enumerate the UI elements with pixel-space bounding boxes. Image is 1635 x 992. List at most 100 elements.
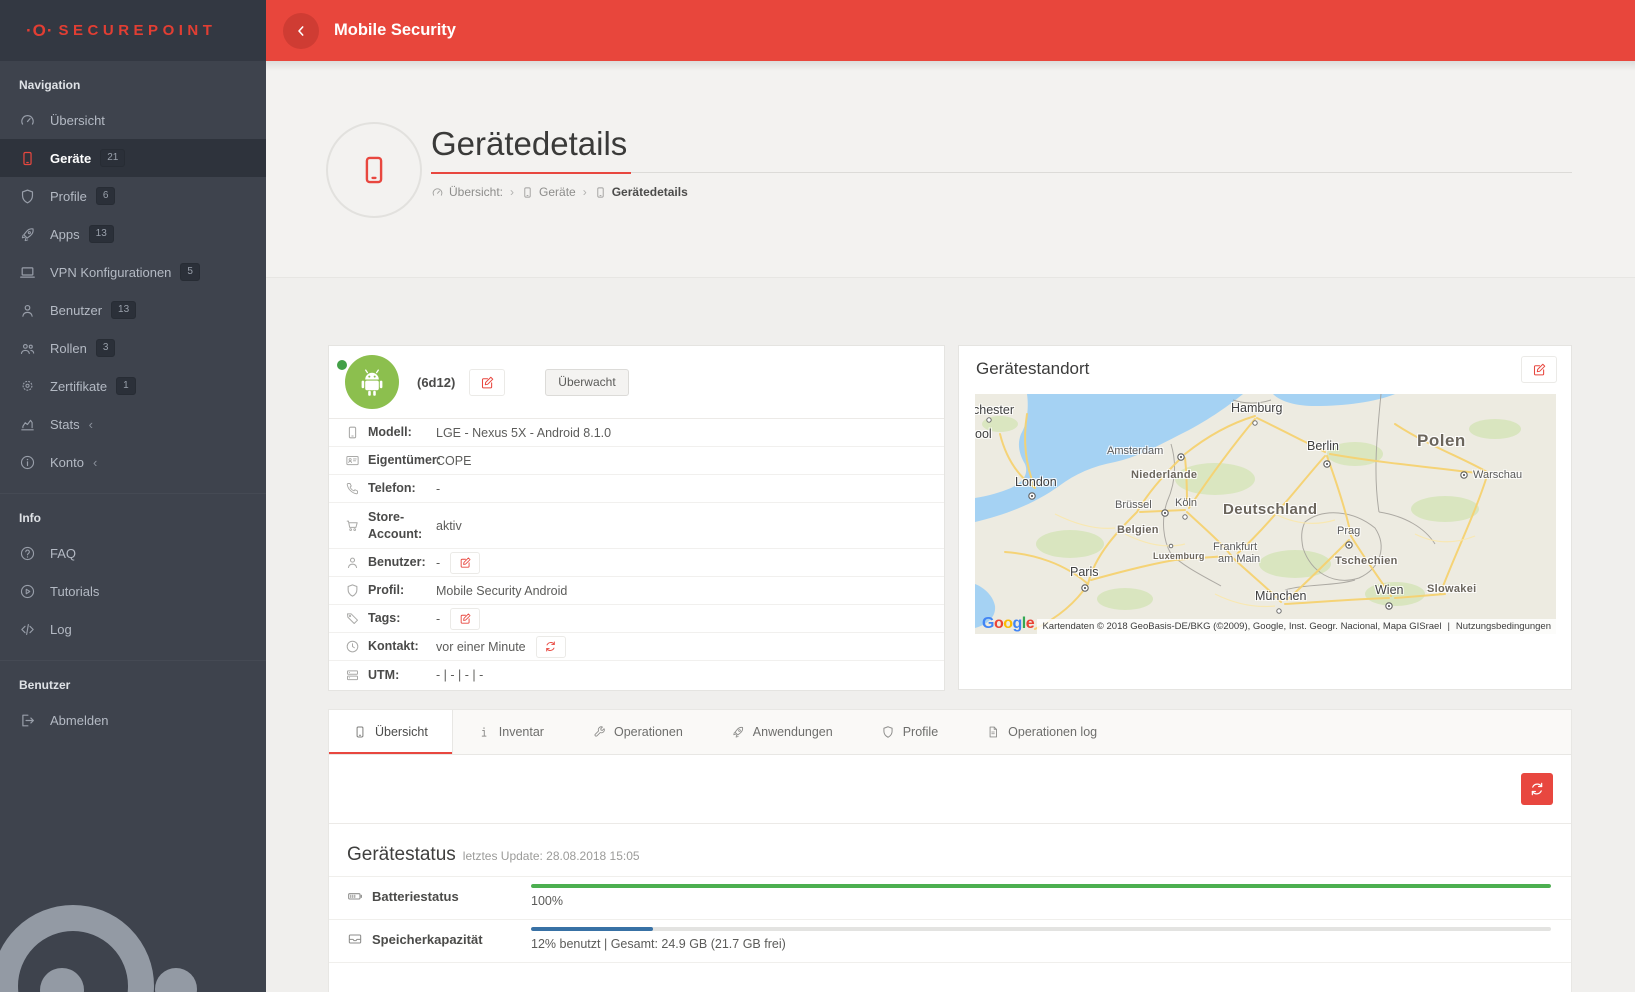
breadcrumb-uebersicht[interactable]: Übersicht:	[431, 185, 503, 199]
map-label-city: ool	[975, 428, 992, 441]
refresh-icon	[544, 640, 557, 653]
tab-uebersicht[interactable]: Übersicht	[329, 710, 453, 754]
breadcrumb-geraete[interactable]: Geräte	[521, 185, 576, 199]
users-icon	[19, 340, 36, 357]
sidebar-item-rollen[interactable]: Rollen 3	[0, 329, 266, 367]
shield-icon	[19, 188, 36, 205]
edit-device-name-button[interactable]	[469, 369, 505, 396]
refresh-status-button[interactable]	[1521, 773, 1553, 805]
sidebar-item-tutorials[interactable]: Tutorials	[0, 572, 266, 610]
sidebar-item-zertifikate[interactable]: Zertifikate 1	[0, 367, 266, 405]
tab-inventar[interactable]: Inventar	[453, 710, 568, 754]
sidebar-item-vpn-konfigurationen[interactable]: VPN Konfigurationen 5	[0, 253, 266, 291]
chart-icon	[19, 416, 36, 433]
breadcrumb-separator: ›	[583, 185, 587, 199]
map-label-city: chester	[975, 404, 1014, 417]
logout-icon	[19, 712, 36, 729]
sidebar-item-label: Tutorials	[50, 584, 99, 599]
wrench-icon	[592, 725, 606, 739]
google-map[interactable]: chester ool London Amsterdam Niederlande…	[975, 394, 1556, 634]
edit-icon	[459, 556, 472, 569]
edit-icon	[480, 375, 495, 390]
sidebar-item-geraete[interactable]: Geräte 21	[0, 139, 266, 177]
sidebar-item-abmelden[interactable]: Abmelden	[0, 701, 266, 739]
gauge-icon	[19, 112, 36, 129]
user-icon	[345, 555, 360, 570]
storage-progress-fill	[531, 927, 653, 931]
breadcrumb: Übersicht: › Geräte › Gerätedetails	[431, 185, 688, 199]
tag-icon	[345, 611, 360, 626]
tab-operationen[interactable]: Operationen	[568, 710, 707, 754]
back-button[interactable]	[283, 13, 319, 49]
tab-anwendungen[interactable]: Anwendungen	[707, 710, 857, 754]
brand-name: SECUREPOINT	[59, 22, 217, 39]
topbar: Mobile Security	[266, 0, 1635, 61]
status-heading: Gerätestatus	[347, 844, 456, 866]
info-icon	[19, 454, 36, 471]
drive-icon	[347, 931, 363, 947]
monitored-badge[interactable]: Überwacht	[545, 369, 628, 396]
device-row-telefon: Telefon: -	[329, 475, 944, 503]
nav-section-info: Info	[0, 494, 266, 534]
map-label-country: Luxemburg	[1153, 552, 1205, 561]
count-badge: 21	[100, 149, 125, 167]
sidebar-item-profile[interactable]: Profile 6	[0, 177, 266, 215]
tab-operationen-log[interactable]: Operationen log	[962, 710, 1121, 754]
laptop-icon	[19, 264, 36, 281]
panel-toolbar	[329, 755, 1571, 824]
tab-profile[interactable]: Profile	[857, 710, 962, 754]
divider	[0, 493, 266, 494]
sidebar-item-label: Benutzer	[50, 303, 102, 318]
edit-location-button[interactable]	[1521, 356, 1557, 383]
chevron-collapse-icon: ‹	[89, 418, 93, 431]
brand-logo[interactable]: ·O· SECUREPOINT	[0, 0, 266, 61]
sidebar-item-benutzer[interactable]: Benutzer 13	[0, 291, 266, 329]
sidebar-item-label: Zertifikate	[50, 379, 107, 394]
google-logo[interactable]: Google	[982, 615, 1034, 633]
map-card-title: Gerätestandort	[976, 359, 1089, 379]
edit-tags-button[interactable]	[450, 608, 480, 630]
page-header: Gerätedetails Übersicht: › Geräte › Gerä…	[266, 61, 1635, 278]
file-icon	[986, 725, 1000, 739]
map-label-country: Slowakei	[1427, 584, 1476, 596]
sidebar-item-label: FAQ	[50, 546, 76, 561]
edit-icon	[459, 612, 472, 625]
refresh-icon	[1529, 781, 1545, 797]
storage-value: 12% benutzt | Gesamt: 24.9 GB (21.7 GB f…	[531, 937, 1551, 951]
edit-benutzer-button[interactable]	[450, 552, 480, 574]
certificate-icon	[19, 378, 36, 395]
map-label-city: Paris	[1070, 566, 1098, 579]
online-status-dot	[337, 360, 347, 370]
chevron-collapse-icon: ‹	[93, 456, 97, 469]
count-badge: 3	[96, 339, 116, 357]
device-row-tags: Tags: -	[329, 605, 944, 633]
rocket-icon	[19, 226, 36, 243]
user-icon	[19, 302, 36, 319]
sidebar-item-uebersicht[interactable]: Übersicht	[0, 101, 266, 139]
map-label-country: Polen	[1417, 432, 1466, 450]
map-label-city: Prag	[1337, 526, 1360, 538]
page-avatar	[326, 122, 422, 218]
sidebar: ·O· SECUREPOINT Navigation Übersicht Ger…	[0, 0, 266, 992]
smartphone-icon	[353, 725, 367, 739]
map-attribution-text: Kartendaten © 2018 GeoBasis-DE/BKG (©200…	[1042, 621, 1441, 632]
count-badge: 13	[111, 301, 136, 319]
smartphone-icon	[521, 186, 534, 199]
sidebar-item-log[interactable]: Log	[0, 610, 266, 648]
brand-watermark	[0, 852, 266, 992]
clock-icon	[345, 639, 360, 654]
refresh-kontakt-button[interactable]	[536, 636, 566, 658]
play-icon	[19, 583, 36, 600]
sidebar-item-konto[interactable]: Konto ‹	[0, 443, 266, 481]
sidebar-item-faq[interactable]: FAQ	[0, 534, 266, 572]
sidebar-item-label: Geräte	[50, 151, 91, 166]
device-row-store-account: Store-Account: aktiv	[329, 503, 944, 549]
map-terms-link[interactable]: Nutzungsbedingungen	[1456, 621, 1551, 632]
battery-value: 100%	[531, 894, 1551, 908]
battery-progress-fill	[531, 884, 1551, 888]
device-row-utm: UTM: - | - | - | -	[329, 661, 944, 689]
sidebar-item-apps[interactable]: Apps 13	[0, 215, 266, 253]
sidebar-item-stats[interactable]: Stats ‹	[0, 405, 266, 443]
map-label-country: Tschechien	[1335, 556, 1398, 568]
cart-icon	[345, 518, 360, 533]
